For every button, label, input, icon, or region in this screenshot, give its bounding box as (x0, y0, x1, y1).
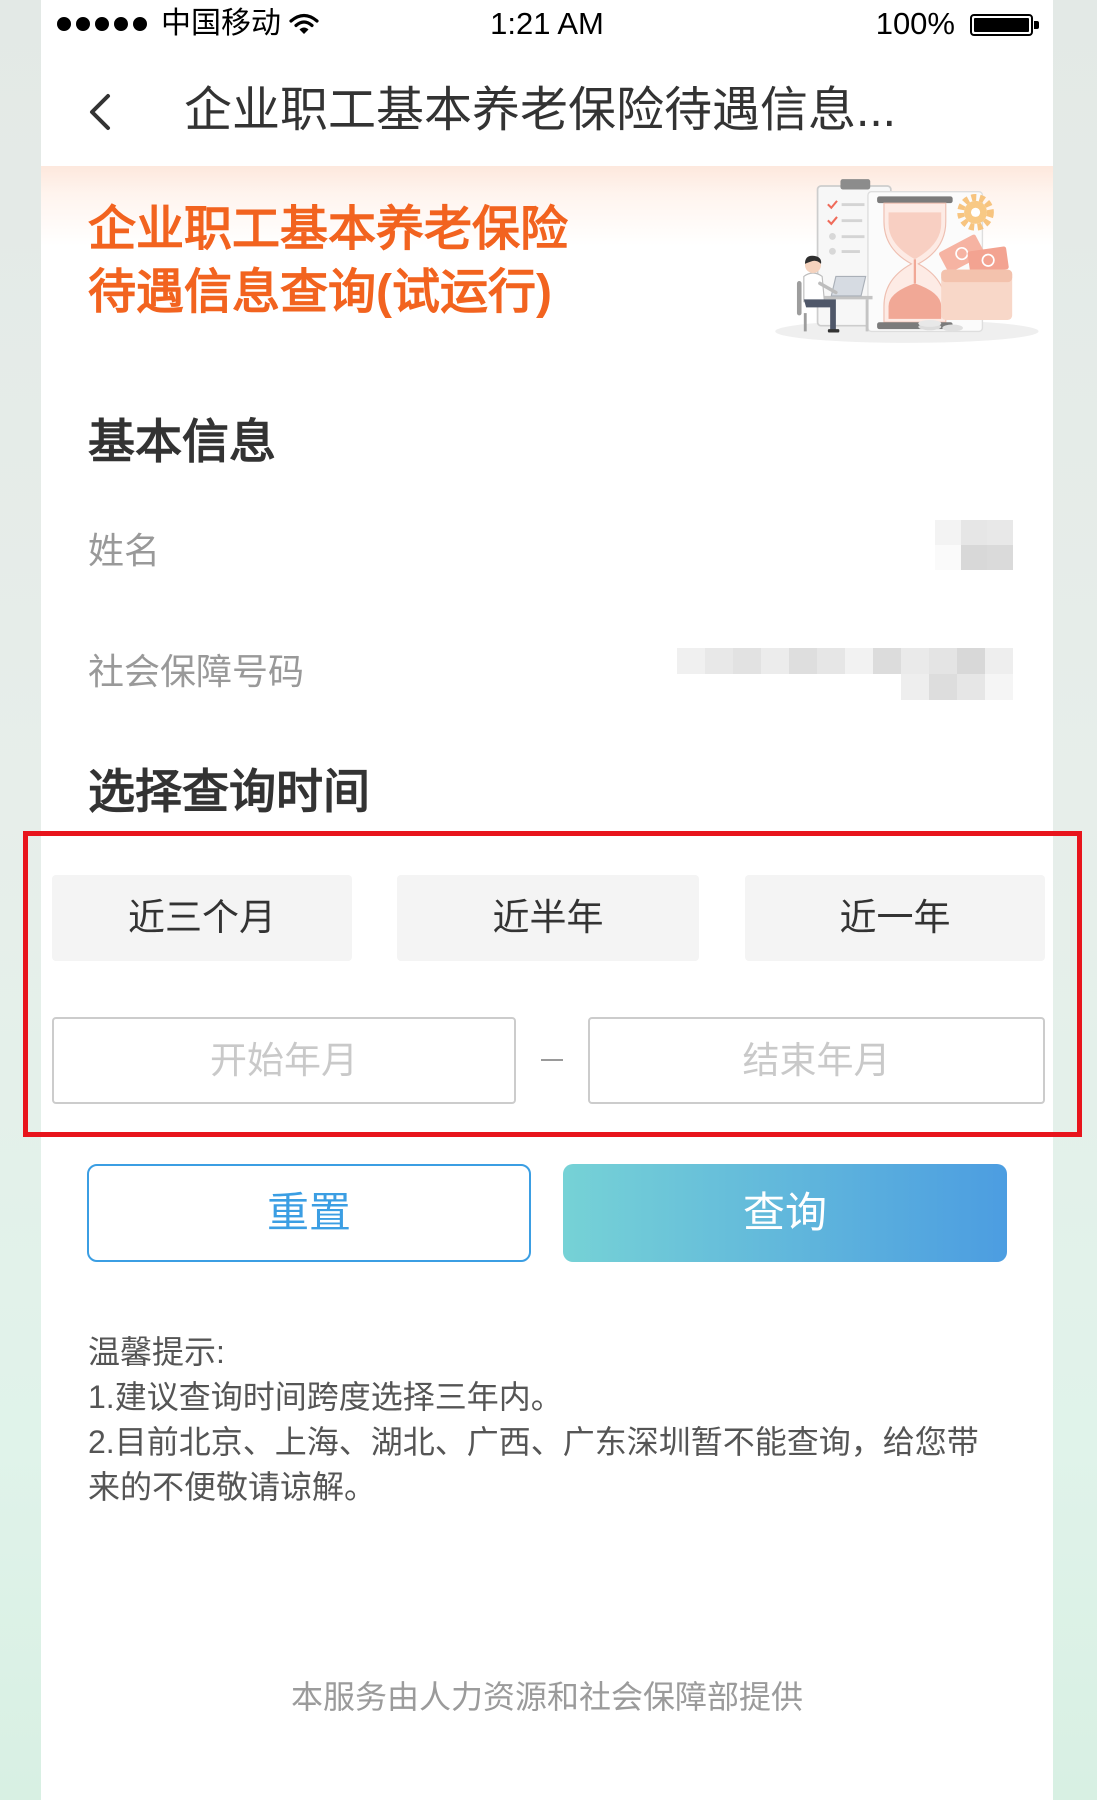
mosaic-block (789, 674, 817, 700)
mosaic-block (733, 648, 761, 674)
battery-percent: 100% (875, 6, 955, 41)
page-card: 中国移动 1:21 AM 100% 企业职工基本养老保险待遇信息... 企业职工… (41, 0, 1053, 1800)
tips-line: 来的不便敬请谅解。 (88, 1469, 377, 1505)
page-title: 企业职工基本养老保险待遇信息... (184, 84, 897, 137)
phone-screen: 中国移动 1:21 AM 100% 企业职工基本养老保险待遇信息... 企业职工… (0, 0, 1097, 1800)
name-value-redacted (935, 520, 1013, 570)
gear-icon (957, 194, 994, 231)
coin (942, 324, 963, 332)
chevron-left-icon[interactable] (86, 92, 114, 132)
wallet-flap (941, 269, 1013, 283)
mosaic-block (987, 520, 1013, 545)
mosaic-block (957, 674, 985, 700)
person-torso (803, 272, 826, 303)
mosaic-block (817, 674, 845, 700)
tips-heading: 温馨提示: (88, 1334, 225, 1370)
hourglass-bottom-cap (877, 322, 953, 330)
ssn-value-redacted (677, 648, 1013, 700)
mosaic-block (929, 674, 957, 700)
chair-leg (803, 313, 807, 332)
mosaic-block (961, 545, 987, 570)
mosaic-block (901, 674, 929, 700)
mosaic-block (761, 674, 789, 700)
tips-line: 2.目前北京、上海、湖北、广西、广东深圳暂不能查询，给您带 (88, 1424, 979, 1460)
basic-info-heading: 基本信息 (88, 415, 276, 468)
coin (918, 319, 942, 327)
banner-title-line-2: 待遇信息查询(试运行) (88, 266, 552, 319)
back-chevron-stroke (90, 94, 110, 130)
end-month-input[interactable] (588, 1017, 1045, 1104)
mosaic-block (935, 545, 961, 570)
mosaic-block (987, 545, 1013, 570)
battery-body (970, 14, 1033, 36)
query-time-heading: 选择查询时间 (88, 765, 370, 818)
banner-illustration (775, 179, 1039, 343)
checklist-line (841, 203, 865, 207)
tips-block: 温馨提示: 1.建议查询时间跨度选择三年内。 2.目前北京、上海、湖北、广西、广… (88, 1330, 979, 1510)
clipboard-clip (840, 179, 871, 190)
mosaic-block (961, 520, 987, 545)
tips-line: 1.建议查询时间跨度选择三年内。 (88, 1379, 563, 1415)
checklist-line (841, 235, 865, 239)
mosaic-block (985, 648, 1013, 674)
hourglass-top-cap (877, 196, 953, 204)
date-range-separator (541, 1059, 563, 1061)
mosaic-block (873, 674, 901, 700)
checklist-line (841, 219, 863, 223)
mosaic-block (789, 648, 817, 674)
mosaic-block (873, 648, 901, 674)
period-button-half-year[interactable]: 近半年 (397, 875, 699, 961)
reset-button[interactable]: 重置 (87, 1164, 531, 1262)
mosaic-block (845, 674, 873, 700)
checklist-bullet (829, 232, 836, 240)
mosaic-block (761, 648, 789, 674)
mosaic-block (845, 648, 873, 674)
mosaic-block (677, 648, 705, 674)
desk-leg (865, 299, 869, 332)
mosaic-block (705, 648, 733, 674)
banner: 企业职工基本养老保险 待遇信息查询(试运行) (41, 166, 1053, 366)
ssn-label: 社会保障号码 (88, 651, 305, 692)
query-button[interactable]: 查询 (563, 1164, 1007, 1262)
mosaic-block (929, 648, 957, 674)
mosaic-block (677, 674, 705, 700)
period-button-3-months[interactable]: 近三个月 (52, 875, 352, 961)
banner-title-line-1: 企业职工基本养老保险 (88, 203, 569, 256)
battery-icon (970, 14, 1040, 36)
checklist-bullet (829, 247, 836, 255)
mosaic-block (935, 520, 961, 545)
checklist-line (841, 250, 860, 253)
mosaic-block (957, 648, 985, 674)
name-label: 姓名 (88, 530, 161, 571)
battery-fill (974, 18, 1029, 32)
battery-nub (1034, 21, 1039, 29)
mosaic-block (901, 648, 929, 674)
status-bar: 中国移动 1:21 AM 100% (41, 0, 1053, 52)
wallet-illustration (941, 269, 1013, 320)
chair-back (796, 281, 802, 316)
start-month-input[interactable] (52, 1017, 516, 1104)
footer-text: 本服务由人力资源和社会保障部提供 (290, 1679, 803, 1715)
mosaic-block (733, 674, 761, 700)
mosaic-block (705, 674, 733, 700)
mosaic-block (817, 648, 845, 674)
mosaic-block (985, 674, 1013, 700)
period-button-1-year[interactable]: 近一年 (745, 875, 1045, 961)
person-shoe (827, 329, 840, 333)
gear-hole (970, 207, 981, 217)
